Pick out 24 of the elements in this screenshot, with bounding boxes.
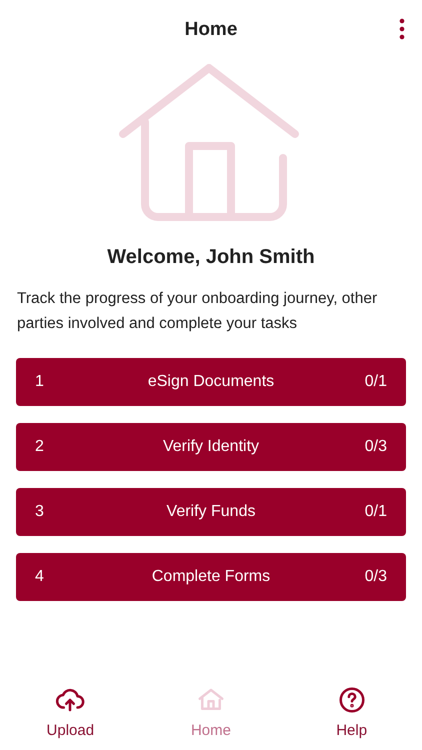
intro-text: Track the progress of your onboarding journey, other parties involved and complete your tasks [16, 289, 378, 334]
task-count: 0/1 [364, 372, 387, 392]
task-count: 0/1 [364, 502, 387, 522]
task-button[interactable]: 2 Verify Identity 0/3 [16, 423, 406, 471]
task-label: eSign Documents [146, 372, 276, 392]
nav-tab[interactable]: Home [160, 684, 261, 742]
task-number: 4 [35, 567, 45, 587]
task-number: 2 [35, 437, 45, 457]
nav-tab[interactable]: Upload [20, 684, 120, 742]
nav-tab[interactable]: Help [302, 684, 402, 742]
screen-title: Home [184, 18, 238, 42]
task-label: Complete Forms [150, 567, 272, 587]
more-options-icon[interactable] [399, 18, 405, 40]
task-button[interactable]: 1 eSign Documents 0/1 [16, 358, 406, 406]
task-count: 0/3 [364, 437, 387, 457]
task-count: 0/3 [364, 567, 387, 587]
task-number: 3 [35, 502, 45, 522]
welcome-heading: Welcome, John Smith [106, 245, 316, 270]
task-button[interactable]: 3 Verify Funds 0/1 [16, 488, 406, 536]
task-label: Verify Funds [166, 502, 256, 522]
help-icon [336, 684, 367, 714]
task-label: Verify Identity [162, 437, 260, 457]
task-button[interactable]: 4 Complete Forms 0/3 [16, 553, 406, 601]
task-number: 1 [35, 372, 45, 392]
